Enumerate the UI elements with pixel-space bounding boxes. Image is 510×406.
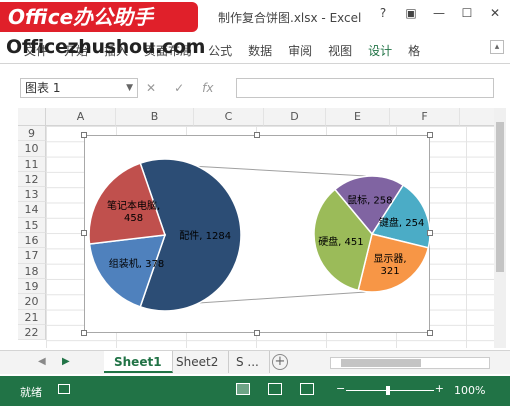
name-box-value: 图表 1 — [25, 81, 61, 95]
horizontal-scroll-thumb[interactable] — [341, 359, 421, 367]
row-header[interactable]: 10 — [18, 141, 46, 157]
zoom-knob[interactable] — [386, 386, 390, 395]
watermark-logo: Office办公助手 — [0, 2, 198, 32]
chevron-down-icon[interactable]: ▼ — [126, 79, 133, 97]
column-header-e[interactable]: E — [326, 108, 390, 126]
data-label: 显示器, — [373, 253, 406, 265]
zoom-track[interactable] — [346, 390, 434, 391]
column-header-a[interactable]: A — [46, 108, 116, 126]
tab-design[interactable]: 设计 — [368, 42, 392, 59]
page-layout-view-icon[interactable] — [268, 383, 282, 395]
title-bar: Office办公助手 制作复合饼图.xlsx - Excel ? ▣ — ☐ ✕ — [0, 0, 510, 34]
data-label: 321 — [380, 266, 399, 277]
row-header[interactable]: 22 — [18, 324, 46, 341]
enter-icon[interactable]: ✓ — [174, 78, 184, 98]
formula-bar: 图表 1 ▼ ✕ ✓ fx — [0, 70, 510, 104]
pie-of-pie-chart[interactable]: 笔记本电脑, 458 组装机, 378 配件, 1284 鼠标, 258 键盘, 254 显… — [84, 135, 431, 334]
window-controls: ? ▣ — ☐ ✕ — [376, 6, 502, 20]
maximize-icon[interactable]: ☐ — [460, 6, 474, 20]
name-box[interactable]: 图表 1 ▼ — [20, 78, 138, 98]
sheet-tab-more[interactable]: S ... — [226, 351, 270, 373]
row-header[interactable]: 11 — [18, 156, 46, 172]
window-title: 制作复合饼图.xlsx - Excel — [218, 11, 362, 25]
column-header-c[interactable]: C — [194, 108, 264, 126]
column-header-blank — [460, 108, 498, 126]
sheet-tab-sheet2[interactable]: Sheet2 — [166, 351, 230, 373]
data-label: 笔记本电脑, — [107, 199, 160, 212]
tab-review[interactable]: 审阅 — [288, 42, 312, 59]
ribbon-collapse-icon[interactable]: ▴ — [490, 40, 504, 54]
row-header[interactable]: 18 — [18, 263, 46, 279]
scroll-right-icon[interactable]: ▶ — [62, 356, 70, 367]
add-sheet-button[interactable]: + — [272, 354, 288, 370]
column-header-b[interactable]: B — [116, 108, 194, 126]
data-label: 硬盘, 451 — [318, 235, 363, 248]
column-header-d[interactable]: D — [264, 108, 326, 126]
status-ready: 就绪 — [20, 386, 42, 399]
view-switcher — [236, 383, 314, 395]
resize-handle[interactable] — [254, 132, 260, 138]
select-all-corner[interactable] — [18, 108, 46, 126]
tab-format[interactable]: 格 — [408, 42, 420, 59]
sheet-tab-bar: ◀ ▶ Sheet1 Sheet2 S ... + — [0, 350, 510, 374]
zoom-slider[interactable]: − + — [336, 382, 444, 396]
resize-handle[interactable] — [254, 330, 260, 336]
row-header[interactable]: 13 — [18, 187, 46, 203]
data-label: 鼠标, 258 — [347, 193, 392, 206]
formula-actions: ✕ ✓ fx — [146, 78, 213, 98]
vertical-scrollbar[interactable] — [494, 108, 506, 348]
resize-handle[interactable] — [427, 330, 433, 336]
tab-formulas[interactable]: 公式 — [208, 42, 232, 59]
resize-handle[interactable] — [427, 230, 433, 236]
chart-plot[interactable]: 笔记本电脑,458 组装机, 378 配件, 1284 鼠标, 258 键盘, 254 显… — [85, 136, 431, 334]
data-label: 458 — [124, 213, 143, 224]
resize-handle[interactable] — [427, 132, 433, 138]
row-header[interactable]: 17 — [18, 248, 46, 264]
ribbon-display-icon[interactable]: ▣ — [404, 6, 418, 20]
row-header[interactable]: 9 — [18, 126, 46, 142]
sheet-tab-sheet1[interactable]: Sheet1 — [104, 351, 173, 373]
column-header-f[interactable]: F — [390, 108, 460, 126]
formula-input[interactable] — [236, 78, 494, 98]
page-break-view-icon[interactable] — [300, 383, 314, 395]
zoom-in-icon[interactable]: + — [435, 382, 444, 395]
row-header[interactable]: 12 — [18, 171, 46, 188]
zoom-level[interactable]: 100% — [454, 384, 485, 397]
resize-handle[interactable] — [81, 230, 87, 236]
tab-data[interactable]: 数据 — [248, 42, 272, 59]
status-bar: 就绪 − + 100% — [0, 376, 510, 406]
tab-view[interactable]: 视图 — [328, 42, 352, 59]
row-header[interactable]: 15 — [18, 217, 46, 234]
data-label: 配件, 1284 — [179, 230, 231, 242]
minimize-icon[interactable]: — — [432, 6, 446, 20]
zoom-out-icon[interactable]: − — [336, 382, 345, 395]
row-header[interactable]: 21 — [18, 309, 46, 325]
data-label: 组装机, 378 — [109, 257, 164, 270]
row-header[interactable]: 16 — [18, 233, 46, 249]
help-icon[interactable]: ? — [376, 6, 390, 20]
normal-view-icon[interactable] — [236, 383, 250, 395]
scroll-left-icon[interactable]: ◀ — [38, 356, 46, 367]
insert-function-icon[interactable]: fx — [202, 78, 213, 98]
site-watermark: Officezhushou.com — [6, 36, 206, 58]
row-header[interactable]: 14 — [18, 202, 46, 218]
resize-handle[interactable] — [81, 330, 87, 336]
resize-handle[interactable] — [81, 132, 87, 138]
horizontal-scrollbar[interactable] — [330, 357, 490, 369]
row-header[interactable]: 19 — [18, 278, 46, 295]
vertical-scroll-thumb[interactable] — [496, 122, 504, 272]
row-header[interactable]: 20 — [18, 294, 46, 310]
cancel-icon[interactable]: ✕ — [146, 78, 156, 98]
data-label: 键盘, 254 — [379, 216, 424, 229]
row-headers: 9 10 11 12 13 14 15 16 17 18 19 20 21 22 — [18, 126, 46, 341]
close-icon[interactable]: ✕ — [488, 6, 502, 20]
macro-record-icon[interactable] — [58, 384, 70, 394]
